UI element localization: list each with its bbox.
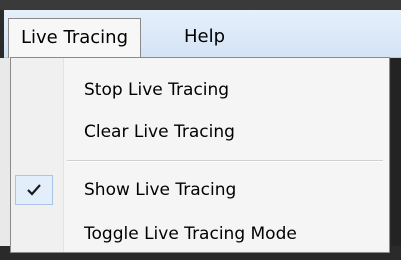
menu-separator [67, 160, 383, 162]
checkmark-icon [27, 184, 41, 196]
menu-live-tracing[interactable]: Live Tracing [8, 18, 141, 58]
menu-help[interactable]: Help [172, 18, 237, 58]
menu-item-toggle-live-tracing-mode[interactable]: Toggle Live Tracing Mode [11, 216, 389, 252]
menu-item-clear-live-tracing[interactable]: Clear Live Tracing [11, 114, 389, 150]
menu-item-label: Stop Live Tracing [84, 80, 230, 100]
app-window: Live Tracing Help Stop Live Tracing Clea… [0, 0, 401, 260]
menu-item-show-live-tracing[interactable]: Show Live Tracing [11, 172, 389, 208]
live-tracing-dropdown: Stop Live Tracing Clear Live Tracing Sho… [10, 57, 390, 253]
background-panel [0, 58, 10, 248]
menu-item-label: Clear Live Tracing [84, 122, 235, 142]
checkmark-box [15, 175, 53, 205]
background-toolbar [0, 0, 401, 10]
menu-item-label: Show Live Tracing [84, 180, 237, 200]
menu-bar: Live Tracing Help [4, 10, 401, 58]
menu-item-stop-live-tracing[interactable]: Stop Live Tracing [11, 72, 389, 108]
menu-item-label: Toggle Live Tracing Mode [84, 224, 297, 244]
